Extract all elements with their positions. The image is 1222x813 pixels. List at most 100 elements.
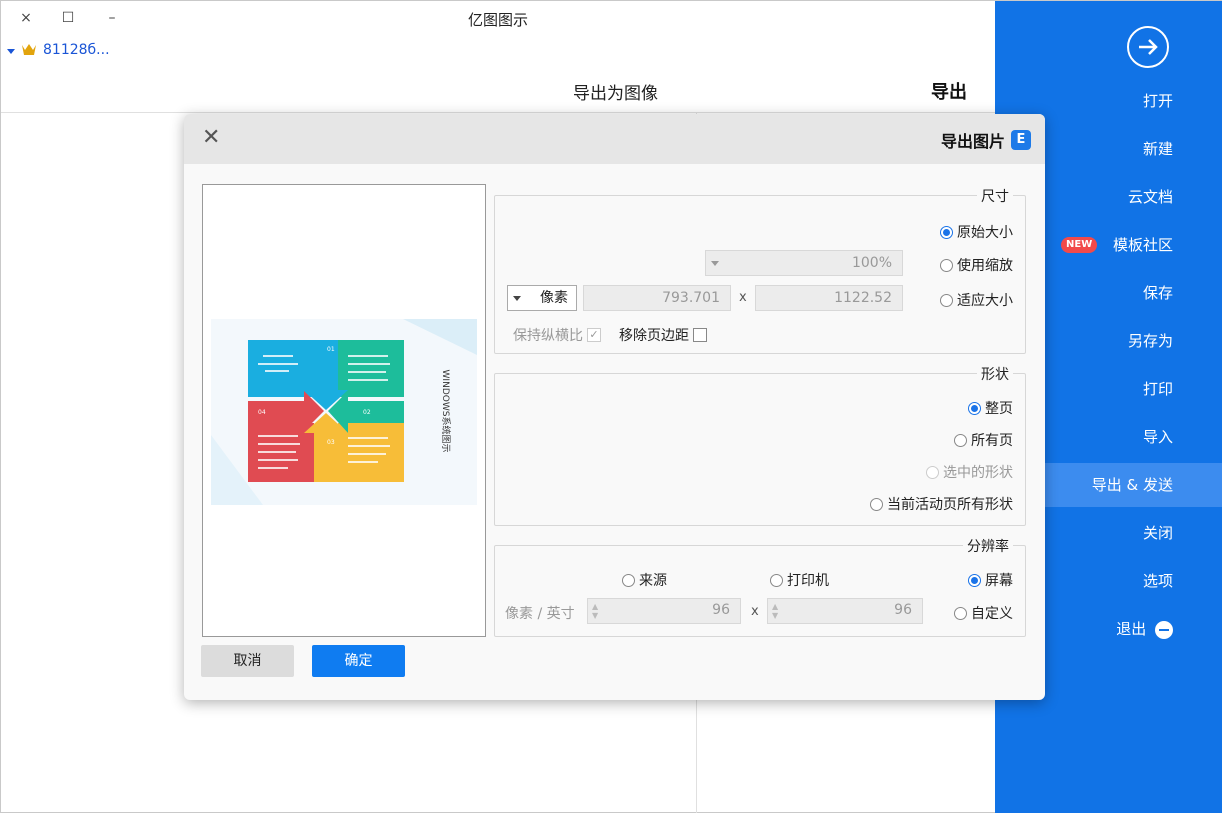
radio-dot — [940, 225, 953, 239]
height-input[interactable]: 793.701 — [583, 285, 731, 311]
current-page-shapes-radio[interactable]: 当前活动页所有形状 — [870, 494, 1013, 514]
times-sign: x — [751, 604, 759, 619]
size-group-title: 尺寸 — [977, 186, 1013, 206]
exit-icon — [1155, 620, 1173, 639]
export-image-dialog: ✕ 导出图片 E WINDOWS系统图示 01 02 03 04 尺寸 原始大小… — [184, 114, 1045, 700]
all-pages-radio[interactable]: 所有页 — [954, 430, 1013, 450]
shape-group-title: 形状 — [977, 364, 1013, 384]
radio-label: 当前活动页所有形状 — [887, 497, 1013, 513]
remove-margin-checkbox[interactable]: 移除页边距 — [619, 325, 707, 345]
whole-page-radio[interactable]: 整页 — [968, 398, 1013, 418]
radio-label: 来源 — [639, 573, 667, 589]
sidebar-item-label: 保存 — [1142, 284, 1173, 302]
account-menu[interactable]: 81128б... — [7, 41, 110, 59]
zoom-value: 100% — [851, 255, 892, 271]
chevron-down-icon — [513, 296, 521, 301]
chevron-down-icon — [711, 261, 719, 266]
sidebar-item-open[interactable]: 打开 — [1045, 79, 1222, 123]
exit-label-wrap: 退出 — [1116, 607, 1173, 651]
sidebar-item-cloud-docs[interactable]: 云文档 — [1045, 175, 1222, 219]
radio-label: 选中的形状 — [943, 465, 1013, 481]
dpi-y-stepper[interactable]: ▲ ▼ 96 — [587, 598, 741, 624]
resolution-group: 分辨率 屏幕 打印机 来源 自定义 ▲ ▼ 96 x ▲ ▼ 96 像素 / 英… — [494, 536, 1026, 637]
source-radio[interactable]: 来源 — [622, 570, 667, 590]
zoom-select[interactable]: 100% — [705, 250, 903, 276]
preview-heading: WINDOWS系统图示 — [440, 370, 452, 453]
resolution-group-title: 分辨率 — [963, 536, 1013, 556]
radio-label: 打印机 — [787, 573, 829, 589]
page-title: 导出为图像 — [573, 84, 658, 104]
sidebar-item-label: 打印 — [1142, 380, 1173, 398]
radio-label: 适应大小 — [957, 293, 1013, 309]
use-zoom-radio[interactable]: 使用缩放 — [940, 255, 1013, 275]
sidebar-item-new[interactable]: 新建 — [1045, 127, 1222, 171]
screen-radio[interactable]: 屏幕 — [968, 570, 1013, 590]
radio-dot — [940, 258, 953, 272]
sidebar-item-options[interactable]: 选项 — [1045, 559, 1222, 603]
sidebar-item-label: 模板社区 — [1112, 236, 1173, 254]
sidebar-item-label: 打开 — [1142, 92, 1173, 110]
close-icon[interactable]: ✕ — [202, 126, 220, 150]
radio-label: 屏幕 — [985, 573, 1013, 589]
selected-shapes-radio[interactable]: 选中的形状 — [926, 462, 1013, 482]
radio-label: 所有页 — [971, 433, 1013, 449]
stepper-up-icon: ▲ — [592, 602, 599, 611]
vip-crown-icon — [19, 41, 39, 59]
fit-size-radio[interactable]: 适应大小 — [940, 290, 1013, 310]
sidebar-item-close[interactable]: 关闭 — [1045, 511, 1222, 555]
dpi-y-value: 96 — [712, 602, 730, 618]
unit-value: 像素 — [540, 290, 568, 306]
dialog-title-wrap: 导出图片 E — [941, 128, 1031, 152]
stepper-down-icon: ▼ — [772, 611, 779, 620]
sidebar-item-print[interactable]: 打印 — [1045, 367, 1222, 411]
dpi-x-stepper[interactable]: ▲ ▼ 96 — [767, 598, 923, 624]
sidebar-item-import[interactable]: 导入 — [1045, 415, 1222, 459]
keep-ratio-checkbox[interactable]: 保持纵横比 ✓ — [513, 325, 601, 345]
radio-dot — [870, 497, 883, 511]
preview-tile-num: 03 — [327, 439, 335, 446]
dpi-unit: 像素 / 英寸 — [505, 606, 575, 622]
export-preview: WINDOWS系统图示 01 02 03 04 — [202, 184, 486, 637]
stepper-arrows-icon: ▲ ▼ — [772, 602, 778, 620]
checkbox-label: 移除页边距 — [619, 328, 689, 344]
close-window-icon[interactable]: × — [15, 7, 37, 29]
sidebar-item-template-community[interactable]: NEW 模板社区 — [1045, 223, 1222, 267]
radio-dot — [954, 433, 967, 447]
preview-tile-num: 01 — [327, 346, 335, 353]
new-badge: NEW — [1061, 237, 1098, 253]
section-title: 导出 — [931, 82, 967, 103]
app-logo-icon: E — [1011, 130, 1031, 150]
sidebar-item-label: 云文档 — [1127, 188, 1173, 206]
sidebar-item-exit[interactable]: 退出 — [1045, 607, 1222, 651]
radio-label: 整页 — [985, 401, 1013, 417]
times-sign: x — [739, 290, 747, 305]
sidebar-item-save-as[interactable]: 另存为 — [1045, 319, 1222, 363]
size-group: 尺寸 原始大小 使用缩放 100% 适应大小 1122.52 x 793.701… — [494, 186, 1026, 354]
sidebar-item-label: 关闭 — [1142, 524, 1173, 542]
sidebar-item-label: 导入 — [1142, 428, 1173, 446]
minimize-window-icon[interactable]: – — [101, 7, 123, 29]
sidebar-item-label: 导出 & 发送 — [1091, 476, 1173, 494]
cancel-button[interactable]: 取消 — [201, 645, 294, 677]
maximize-window-icon[interactable]: ☐ — [57, 7, 79, 29]
height-value: 793.701 — [662, 290, 720, 306]
width-input[interactable]: 1122.52 — [755, 285, 903, 311]
checkbox-box: ✓ — [587, 328, 601, 342]
title-bar: 亿图图示 × ☐ – — [1, 1, 995, 37]
account-name: 81128б... — [43, 42, 110, 58]
sidebar-item-export-send[interactable]: 导出 & 发送 — [1045, 463, 1222, 507]
ok-button[interactable]: 确定 — [312, 645, 405, 677]
dpi-x-value: 96 — [894, 602, 912, 618]
printer-radio[interactable]: 打印机 — [770, 570, 829, 590]
back-arrow-icon[interactable] — [1127, 26, 1169, 68]
dialog-title: 导出图片 — [940, 132, 1005, 151]
sidebar-item-label: 退出 — [1116, 620, 1147, 638]
content-header: 导出 导出为图像 — [1, 71, 995, 113]
sidebar-item-label: 选项 — [1142, 572, 1173, 590]
sidebar-item-save[interactable]: 保存 — [1045, 271, 1222, 315]
custom-radio[interactable]: 自定义 — [954, 603, 1013, 623]
radio-dot — [954, 606, 967, 620]
preview-diagram: WINDOWS系统图示 01 02 03 04 — [211, 319, 477, 505]
preview-tile-num: 02 — [363, 409, 371, 416]
original-size-radio[interactable]: 原始大小 — [940, 222, 1013, 242]
